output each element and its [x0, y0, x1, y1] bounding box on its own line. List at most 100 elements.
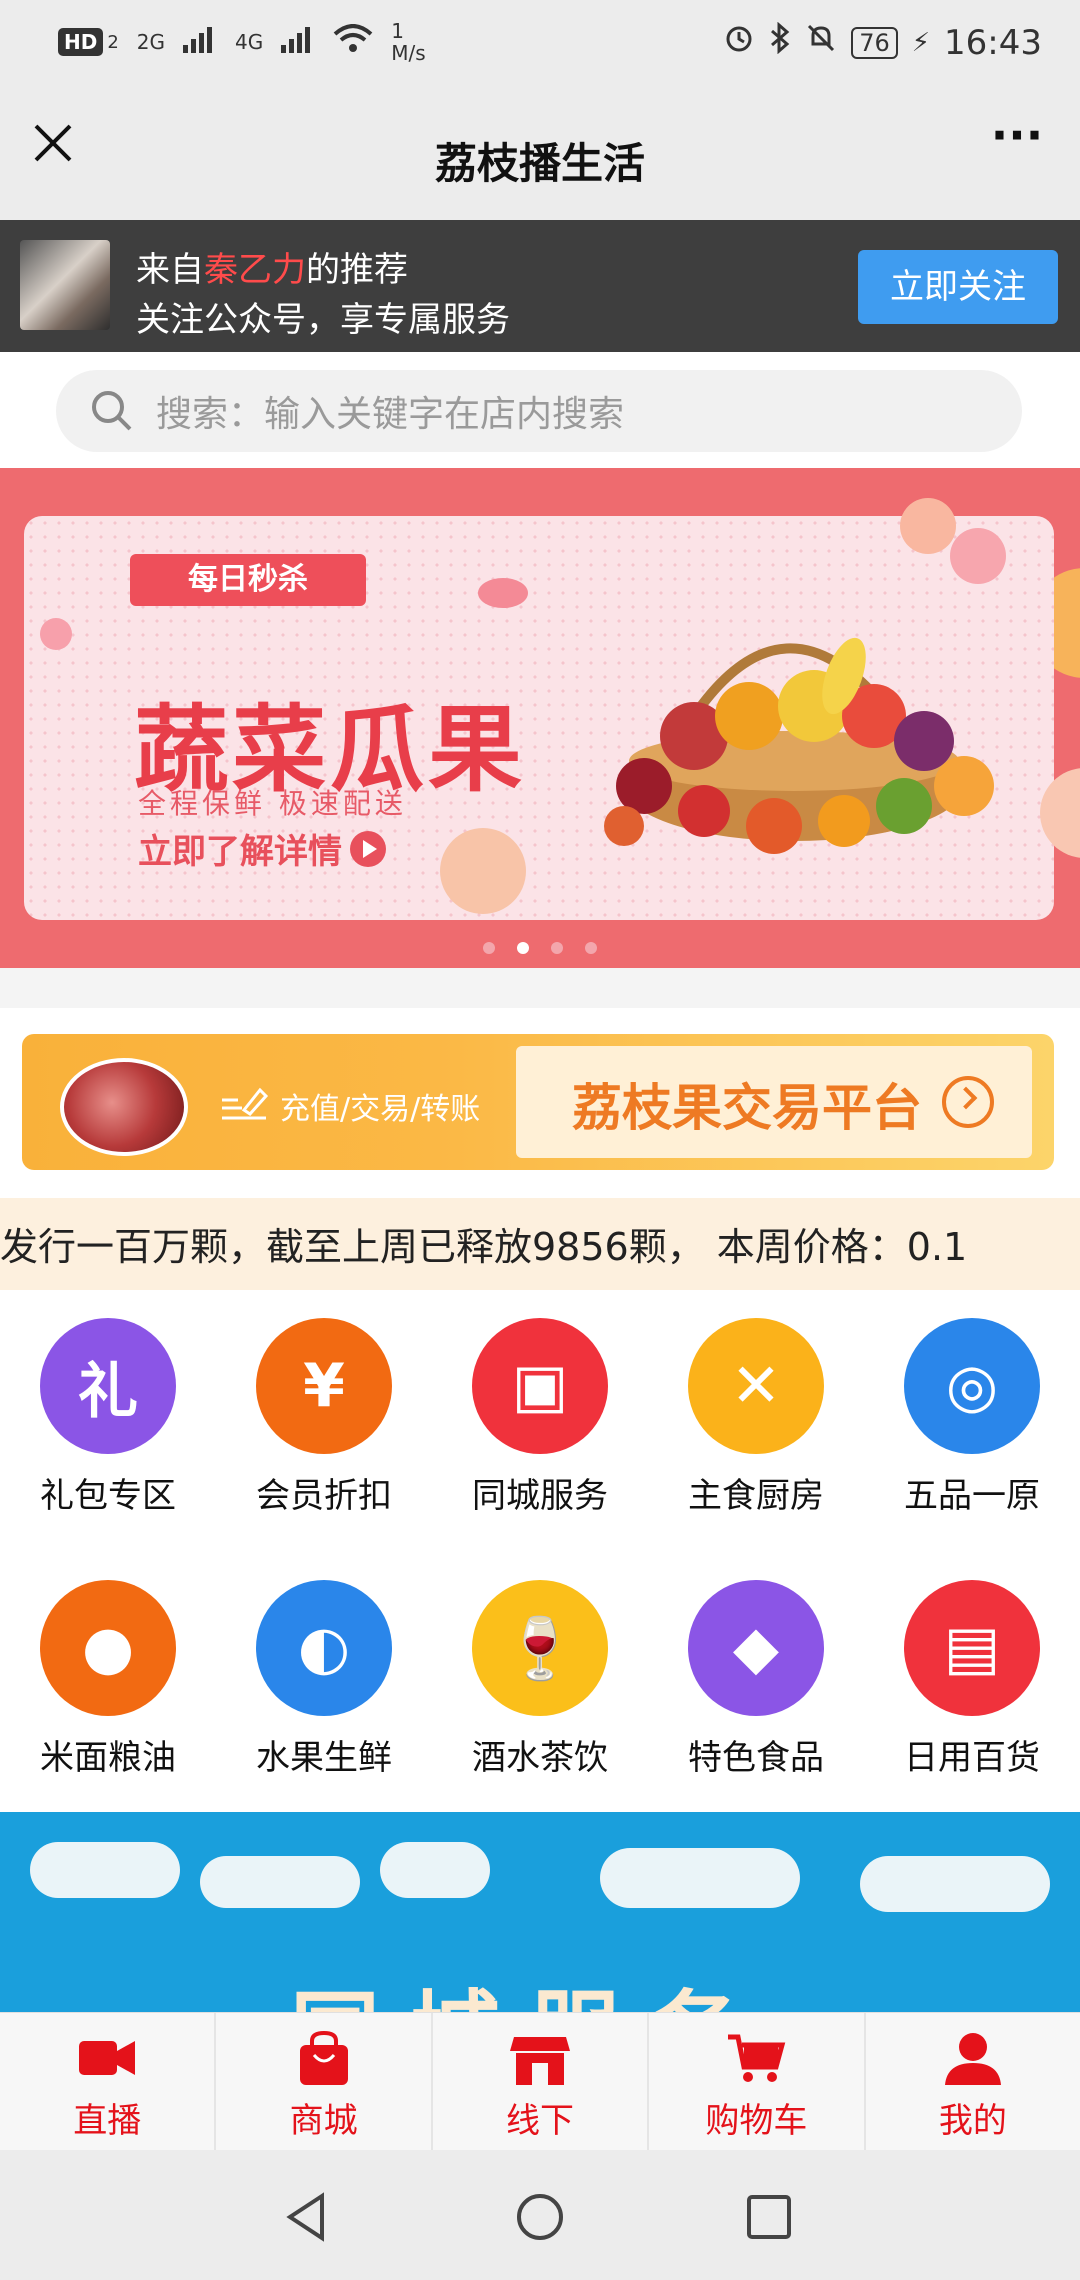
- cloud-decor: [860, 1856, 1050, 1912]
- signal-icon: [183, 25, 217, 60]
- badge-icon: ◎: [904, 1318, 1040, 1454]
- recents-icon[interactable]: [744, 2192, 794, 2242]
- status-left: HD 2 2G 4G 1 M/s: [58, 20, 426, 64]
- nav-label: 我的: [938, 2101, 1007, 2141]
- hd-badge: HD: [58, 28, 104, 56]
- utensils-icon: ✕: [688, 1318, 824, 1454]
- signal-icon-2: [281, 25, 315, 60]
- video-icon: [79, 2041, 136, 2075]
- fruit-basket-image: [604, 637, 994, 854]
- hero-banner[interactable]: 每日秒杀 蔬菜瓜果 全程保鲜 极速配送 立即了解详情: [0, 468, 1080, 968]
- nav-mall[interactable]: 商城: [216, 2013, 433, 2151]
- search-placeholder: 搜索：输入关键字在店内搜索: [156, 394, 625, 435]
- nav-offline[interactable]: 线下: [433, 2013, 650, 2151]
- cart-icon: [728, 2034, 786, 2082]
- network-2g-label: 2G: [136, 30, 166, 54]
- category-item[interactable]: 🍷 酒水茶饮: [432, 1562, 648, 1782]
- category-item[interactable]: ✕ 主食厨房: [648, 1300, 864, 1520]
- nav-mine[interactable]: 我的: [866, 2013, 1080, 2151]
- category-item[interactable]: 礼礼包专区: [0, 1300, 216, 1520]
- carousel-dot-active[interactable]: [517, 942, 529, 954]
- package-icon: ▣: [472, 1318, 608, 1454]
- hd-sub: 2: [107, 31, 119, 53]
- carousel-dot[interactable]: [551, 942, 563, 954]
- edit-icon: [222, 1087, 269, 1120]
- category-item[interactable]: ▤ 日用百货: [864, 1562, 1080, 1782]
- follow-description: 关注公众号，享专属服务: [136, 300, 510, 340]
- category-label: 会员折扣: [256, 1476, 392, 1516]
- category-item[interactable]: ◎ 五品一原: [864, 1300, 1080, 1520]
- charging-icon: ⚡: [911, 27, 931, 58]
- bluetooth-icon: [769, 21, 791, 63]
- notice-text: 发行一百万颗，截至上周已释放9856颗， 本周价格：0.1: [0, 1225, 968, 1269]
- category-label: 主食厨房: [688, 1476, 824, 1516]
- category-item[interactable]: ● 米面粮油: [0, 1562, 216, 1782]
- nav-cart[interactable]: 购物车: [649, 2013, 866, 2151]
- category-item[interactable]: ¥ 会员折扣: [216, 1300, 432, 1520]
- decor-bubble: [900, 498, 956, 554]
- hero-cta[interactable]: 立即了解详情: [138, 824, 386, 873]
- tissue-icon: ▤: [904, 1580, 1040, 1716]
- back-icon[interactable]: [282, 2192, 332, 2242]
- net-speed: 1 M/s: [391, 20, 425, 64]
- cloud-decor: [200, 1856, 360, 1908]
- category-label: 五品一原: [904, 1476, 1040, 1516]
- nav-label: 线下: [506, 2101, 575, 2141]
- referrer-avatar: [20, 240, 110, 330]
- page-title: 荔枝播生活: [434, 139, 645, 188]
- search-input[interactable]: 搜索：输入关键字在店内搜索: [56, 370, 1022, 452]
- notice-marquee: 发行一百万颗，截至上周已释放9856颗， 本周价格：0.1: [0, 1198, 1080, 1290]
- gift-icon: 礼: [40, 1318, 176, 1454]
- trade-panel: 荔枝果交易平台: [516, 1046, 1032, 1158]
- mute-icon: [805, 22, 837, 63]
- follow-button[interactable]: 立即关注: [858, 250, 1058, 324]
- decor-peach: [440, 828, 526, 914]
- arrow-right-icon: [942, 1076, 994, 1128]
- hero-card: 每日秒杀 蔬菜瓜果 全程保鲜 极速配送 立即了解详情: [24, 516, 1054, 920]
- recommend-prefix: 来自: [136, 250, 204, 290]
- store-icon: [510, 2037, 571, 2085]
- cloud-decor: [600, 1848, 800, 1908]
- referrer-name: 秦乙力: [204, 250, 306, 290]
- alarm-icon: [723, 22, 755, 63]
- wifi-icon: [333, 23, 373, 61]
- decor-bubble: [950, 528, 1006, 584]
- carousel-indicator: [0, 942, 1080, 954]
- category-label: 水果生鲜: [256, 1738, 392, 1778]
- city-service-banner[interactable]: 同城服务: [0, 1812, 1080, 2012]
- nav-label: 直播: [73, 2101, 142, 2141]
- category-label: 同城服务: [472, 1476, 608, 1516]
- wine-icon: 🍷: [472, 1580, 608, 1716]
- category-item[interactable]: ◐ 水果生鲜: [216, 1562, 432, 1782]
- nav-label: 购物车: [705, 2101, 808, 2141]
- net-speed-value: 1: [391, 19, 404, 43]
- nav-live[interactable]: 直播: [0, 2013, 217, 2151]
- category-item[interactable]: ◆ 特色食品: [648, 1562, 864, 1782]
- trade-platform-banner[interactable]: 充值/交易/转账 荔枝果交易平台: [22, 1034, 1054, 1170]
- recommend-suffix: 的推荐: [306, 250, 408, 290]
- cloud-decor: [30, 1842, 180, 1898]
- hero-cta-label: 立即了解详情: [138, 832, 342, 872]
- shopping-bag-icon: [299, 2031, 348, 2085]
- category-label: 酒水茶饮: [472, 1738, 608, 1778]
- cloud-decor: [380, 1842, 490, 1898]
- status-bar: HD 2 2G 4G 1 M/s 76 ⚡ 16:43: [0, 0, 1080, 92]
- home-icon[interactable]: [515, 2192, 565, 2242]
- nav-label: 商城: [289, 2101, 358, 2141]
- grain-icon: ●: [40, 1580, 176, 1716]
- clock: 16:43: [944, 22, 1042, 63]
- trade-title: 荔枝果交易平台: [572, 1079, 922, 1137]
- network-4g-label: 4G: [235, 30, 264, 54]
- city-service-title: 同城服务: [290, 1960, 770, 2012]
- carousel-dot[interactable]: [585, 942, 597, 954]
- more-options-button[interactable]: ···: [984, 112, 1050, 172]
- trade-operations-label: 充值/交易/转账: [280, 1092, 481, 1127]
- flash-sale-tag: 每日秒杀: [130, 554, 366, 606]
- net-speed-unit: M/s: [391, 41, 426, 65]
- status-right: 76 ⚡ 16:43: [723, 21, 1042, 63]
- orange-icon: ◐: [256, 1580, 392, 1716]
- carousel-dot[interactable]: [483, 942, 495, 954]
- search-icon: [92, 391, 132, 431]
- category-item[interactable]: ▣ 同城服务: [432, 1300, 648, 1520]
- search-section: 搜索：输入关键字在店内搜索: [0, 352, 1080, 468]
